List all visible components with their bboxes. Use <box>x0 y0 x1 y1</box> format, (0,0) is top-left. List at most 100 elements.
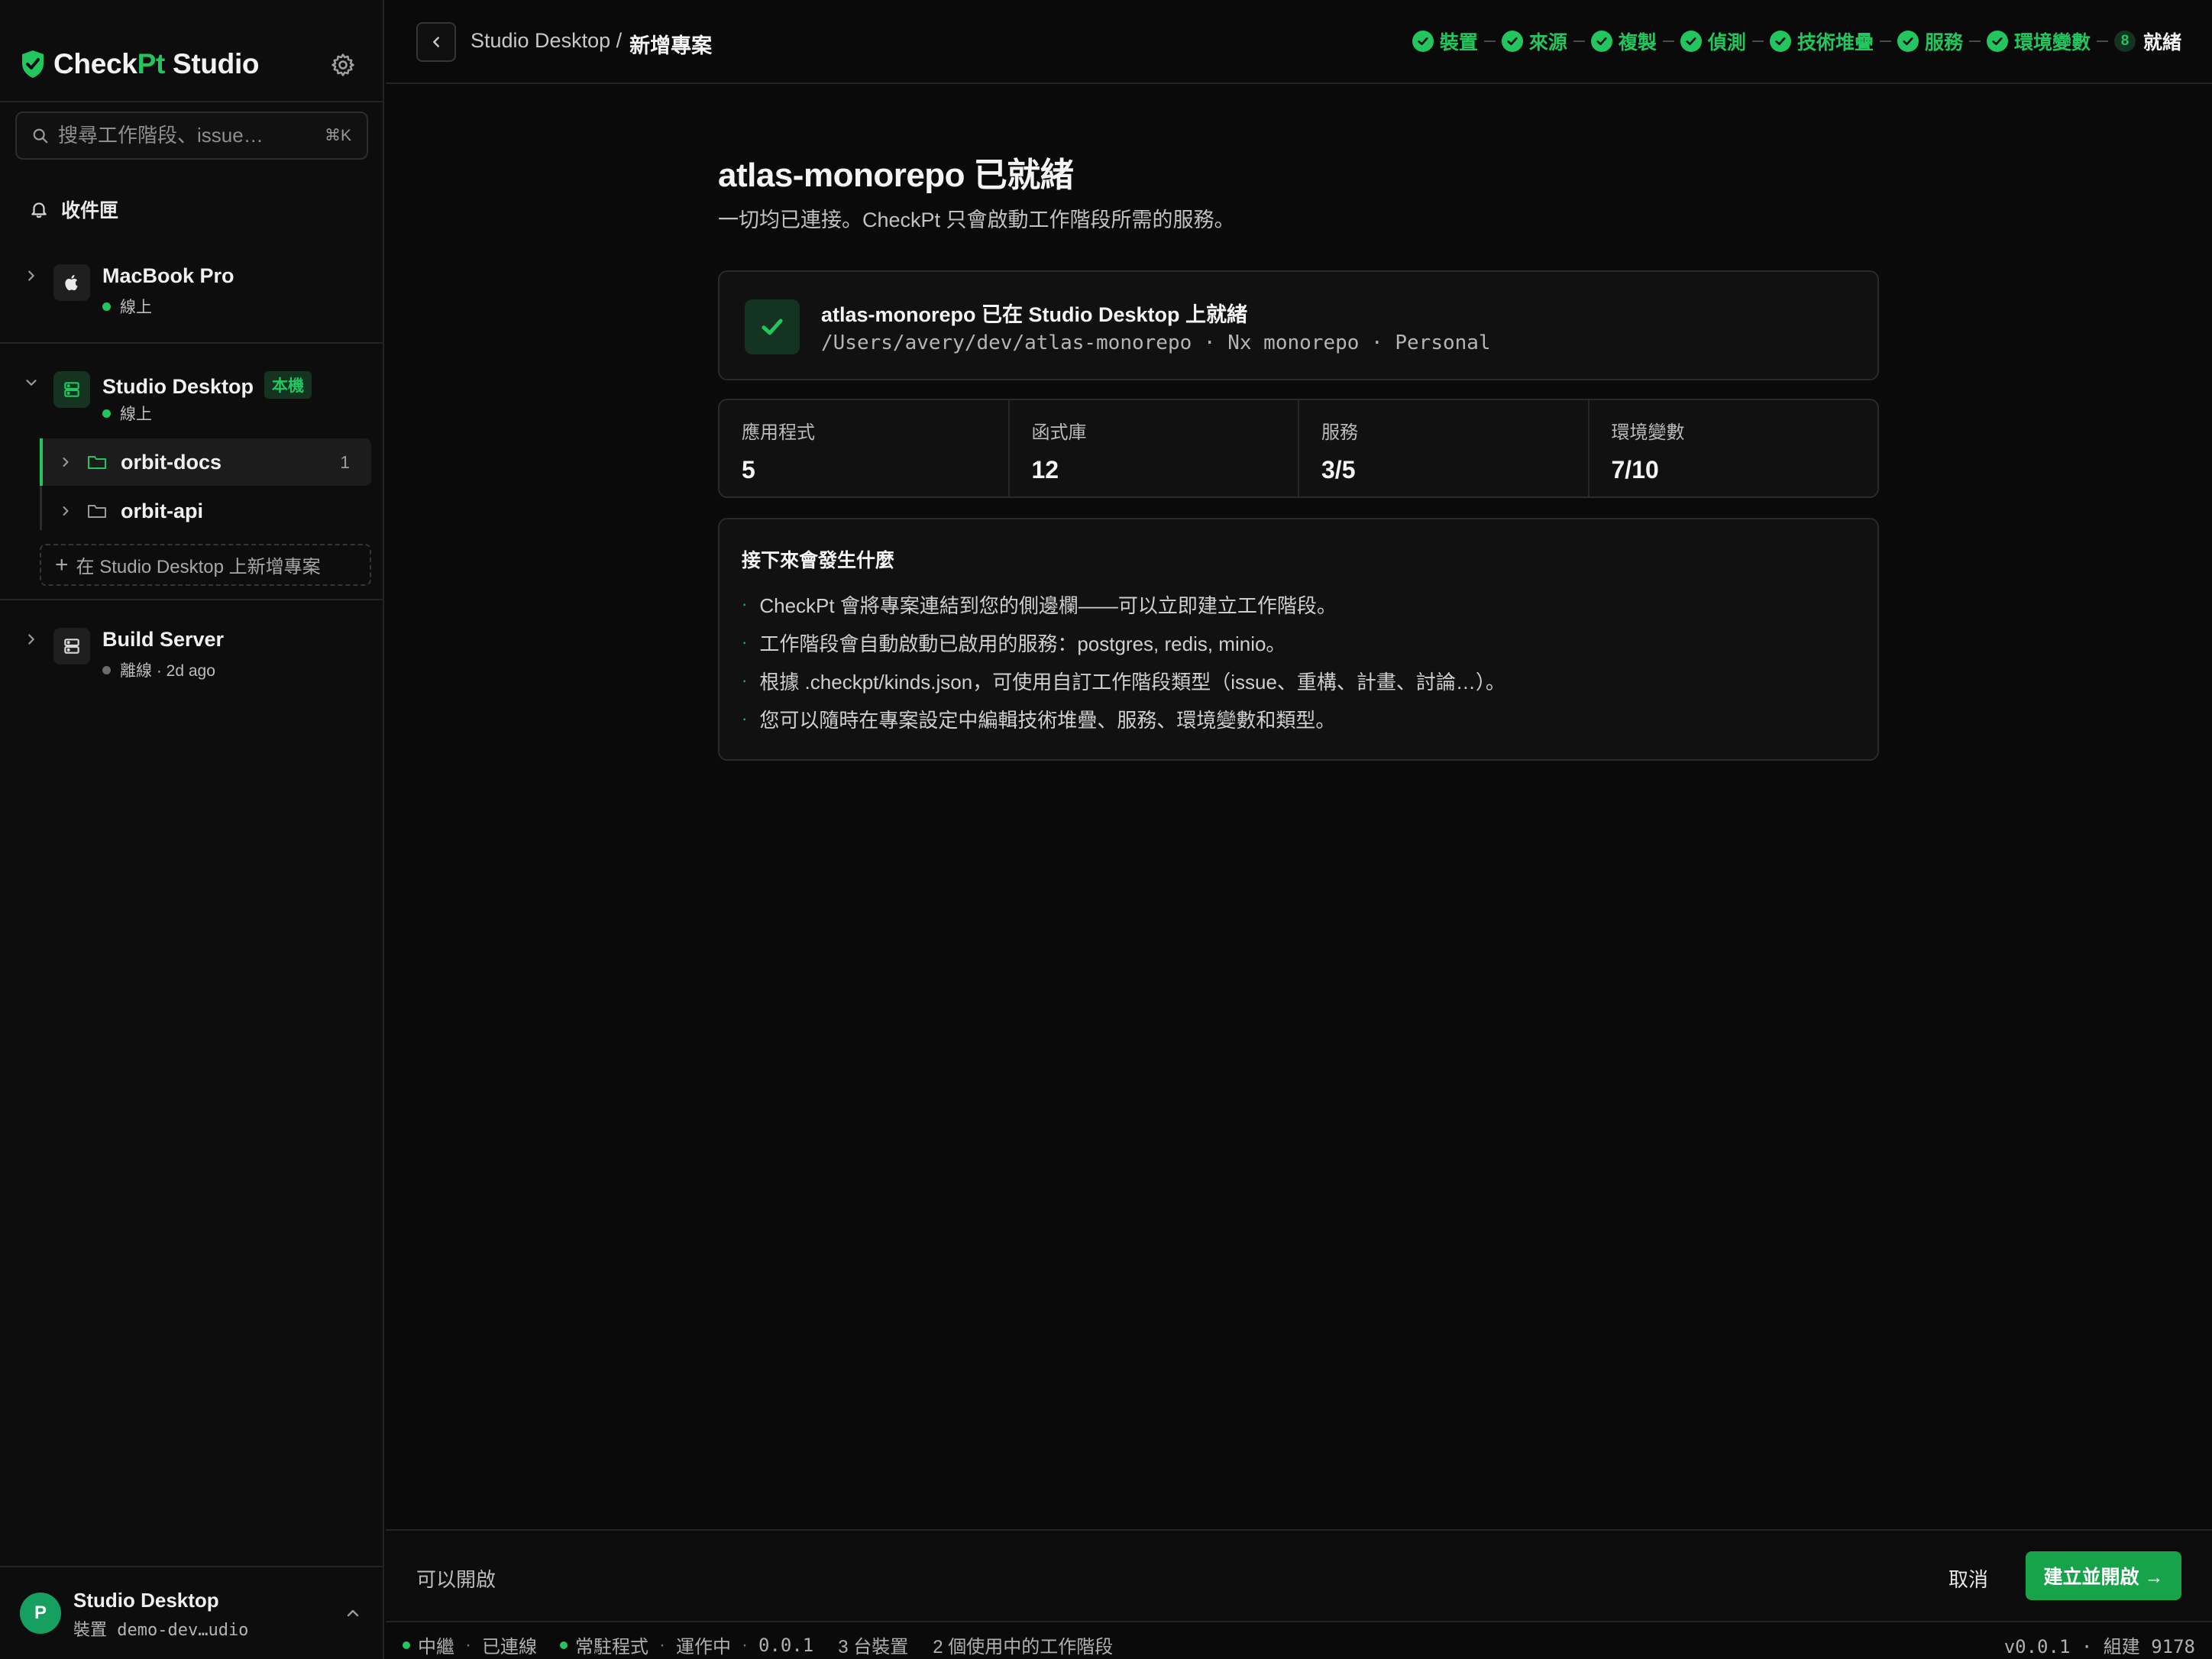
step-connector <box>1573 40 1585 42</box>
device-status: 線上 <box>102 402 152 425</box>
step-number: 8 <box>2113 31 2136 52</box>
status-bar: 中繼 · 已連線 常駐程式 · 運作中 · 0.0.1 3 台裝置 2 個使用中… <box>386 1621 2212 1659</box>
breadcrumb: Studio Desktop / 新增專案 <box>471 29 712 59</box>
step-devices[interactable]: 裝置 <box>1412 27 1478 55</box>
stat-apps: 應用程式 5 <box>720 400 1010 496</box>
chevron-right-icon[interactable] <box>23 267 40 284</box>
avatar[interactable]: P <box>20 1593 61 1634</box>
device-count: 3 台裝置 <box>838 1637 909 1657</box>
step-connector <box>2096 40 2108 42</box>
relay-label: 中繼 <box>418 1637 454 1657</box>
step-ready: 8 就緒 <box>2113 27 2181 55</box>
online-dot <box>102 302 111 311</box>
stat-label: 應用程式 <box>742 422 815 443</box>
add-project-label: 在 Studio Desktop 上新增專案 <box>76 557 321 577</box>
step-clone[interactable]: 複製 <box>1590 27 1657 55</box>
stat-value: 7/10 <box>1611 456 1659 483</box>
device-status: 離線 · 2d ago <box>102 658 215 681</box>
online-dot <box>102 409 111 418</box>
project-name: orbit-api <box>121 499 203 522</box>
project-item-orbit-docs[interactable]: orbit-docs 1 <box>43 438 371 486</box>
list-item: · 工作階段會自動啟動已啟用的服務：postgres, redis, minio。 <box>742 632 1286 655</box>
gear-icon[interactable] <box>330 52 356 78</box>
daemon-label: 常駐程式 <box>575 1637 648 1657</box>
relay-state: 已連線 <box>482 1637 537 1657</box>
next-steps-list: · CheckPt 會將專案連結到您的側邊欄——可以立即建立工作階段。 · 工作階段… <box>742 585 1505 738</box>
chevron-right-icon[interactable] <box>58 454 73 470</box>
divider <box>0 1566 384 1567</box>
step-env-vars[interactable]: 環境變數 <box>1986 27 2091 55</box>
breadcrumb-current: 新增專案 <box>629 34 713 57</box>
device-name: MacBook Pro <box>102 264 234 287</box>
stats-panel: 應用程式 5 函式庫 12 服務 3/5 環境變數 7/10 <box>718 399 1879 498</box>
search-input[interactable] <box>58 124 325 147</box>
step-stack[interactable]: 技術堆疊 <box>1769 27 1874 55</box>
page-title: atlas-monorepo 已就緒 <box>718 157 1074 194</box>
create-and-open-button[interactable]: 建立並開啟 → <box>2026 1551 2181 1600</box>
stat-label: 服務 <box>1321 422 1358 443</box>
search-icon <box>33 128 48 143</box>
offline-dot <box>102 665 111 674</box>
next-steps-heading: 接下來會發生什麼 <box>742 550 895 571</box>
device-name: Build Server <box>102 628 225 651</box>
step-services[interactable]: 服務 <box>1897 27 1963 55</box>
ready-status-label: 可以開啟 <box>416 1568 496 1591</box>
step-connector <box>1662 40 1674 42</box>
step-detect[interactable]: 偵測 <box>1680 27 1746 55</box>
daemon-state: 運作中 <box>676 1637 731 1657</box>
brand-logo[interactable]: CheckPt Studio <box>20 47 260 81</box>
search-shortcut: ⌘K <box>324 127 351 144</box>
list-item: · 根據 .checkpt/kinds.json，可使用自訂工作階段類型（issu… <box>742 670 1505 694</box>
folder-icon <box>88 505 106 518</box>
bullet-icon: · <box>742 594 748 613</box>
account-name: Studio Desktop <box>73 1589 219 1612</box>
sidebar-item-inbox[interactable]: 收件匣 <box>29 196 118 223</box>
add-project-button[interactable]: + 在 Studio Desktop 上新增專案 <box>40 544 371 586</box>
project-session-count: 1 <box>340 451 350 472</box>
project-item-orbit-api[interactable]: orbit-api <box>43 487 371 535</box>
folder-icon <box>88 456 106 469</box>
check-circle-icon <box>1412 31 1434 52</box>
wizard-steps: 裝置 來源 複製 偵測 技術堆疊 服務 環境變數 8 就緒 <box>1412 27 2181 55</box>
step-source[interactable]: 來源 <box>1501 27 1567 55</box>
status-bar-left: 中繼 · 已連線 常駐程式 · 運作中 · 0.0.1 3 台裝置 2 個使用中… <box>403 1632 1113 1658</box>
list-item: · CheckPt 會將專案連結到您的側邊欄——可以立即建立工作階段。 <box>742 593 1337 617</box>
step-connector <box>1483 40 1496 42</box>
step-connector <box>1879 40 1891 42</box>
stat-label: 環境變數 <box>1611 422 1685 443</box>
ready-card-title: atlas-monorepo 已在 Studio Desktop 上就緒 <box>821 303 1248 326</box>
divider <box>0 342 384 344</box>
device-tile <box>53 628 90 665</box>
step-connector <box>1751 40 1764 42</box>
stat-value: 3/5 <box>1321 456 1356 483</box>
check-circle-icon <box>1680 31 1702 52</box>
bullet-icon: · <box>742 632 748 652</box>
chevron-right-icon[interactable] <box>23 631 40 648</box>
chevron-up-icon[interactable] <box>344 1604 362 1622</box>
divider <box>0 101 384 102</box>
cancel-button[interactable]: 取消 <box>1948 1564 1988 1593</box>
bullet-icon: · <box>742 709 748 728</box>
divider <box>0 599 384 600</box>
device-tile <box>53 371 90 408</box>
action-bar: 可以開啟 取消 建立並開啟 → <box>386 1529 2212 1621</box>
brand-name: CheckPt Studio <box>53 48 260 79</box>
project-name: orbit-docs <box>121 450 222 474</box>
bullet-icon: · <box>742 671 748 690</box>
back-button[interactable] <box>416 22 456 62</box>
server-icon <box>64 382 79 397</box>
list-item: · 您可以隨時在專案設定中編輯技術堆疊、服務、環境變數和類型。 <box>742 708 1336 732</box>
search-box[interactable]: ⌘K <box>15 112 368 160</box>
stat-label: 函式庫 <box>1031 422 1087 443</box>
stat-value: 5 <box>742 456 755 483</box>
breadcrumb-parent[interactable]: Studio Desktop / <box>471 29 622 59</box>
plus-icon: + <box>55 551 69 577</box>
check-circle-icon <box>1897 31 1919 52</box>
ready-card-path: /Users/avery/dev/atlas-monorepo · Nx mon… <box>821 331 1491 354</box>
relay-status-dot <box>403 1641 410 1649</box>
check-circle-icon <box>1769 31 1791 52</box>
chevron-down-icon[interactable] <box>23 374 40 391</box>
server-icon <box>64 639 79 654</box>
chevron-left-icon <box>433 37 439 47</box>
chevron-right-icon[interactable] <box>58 503 73 519</box>
